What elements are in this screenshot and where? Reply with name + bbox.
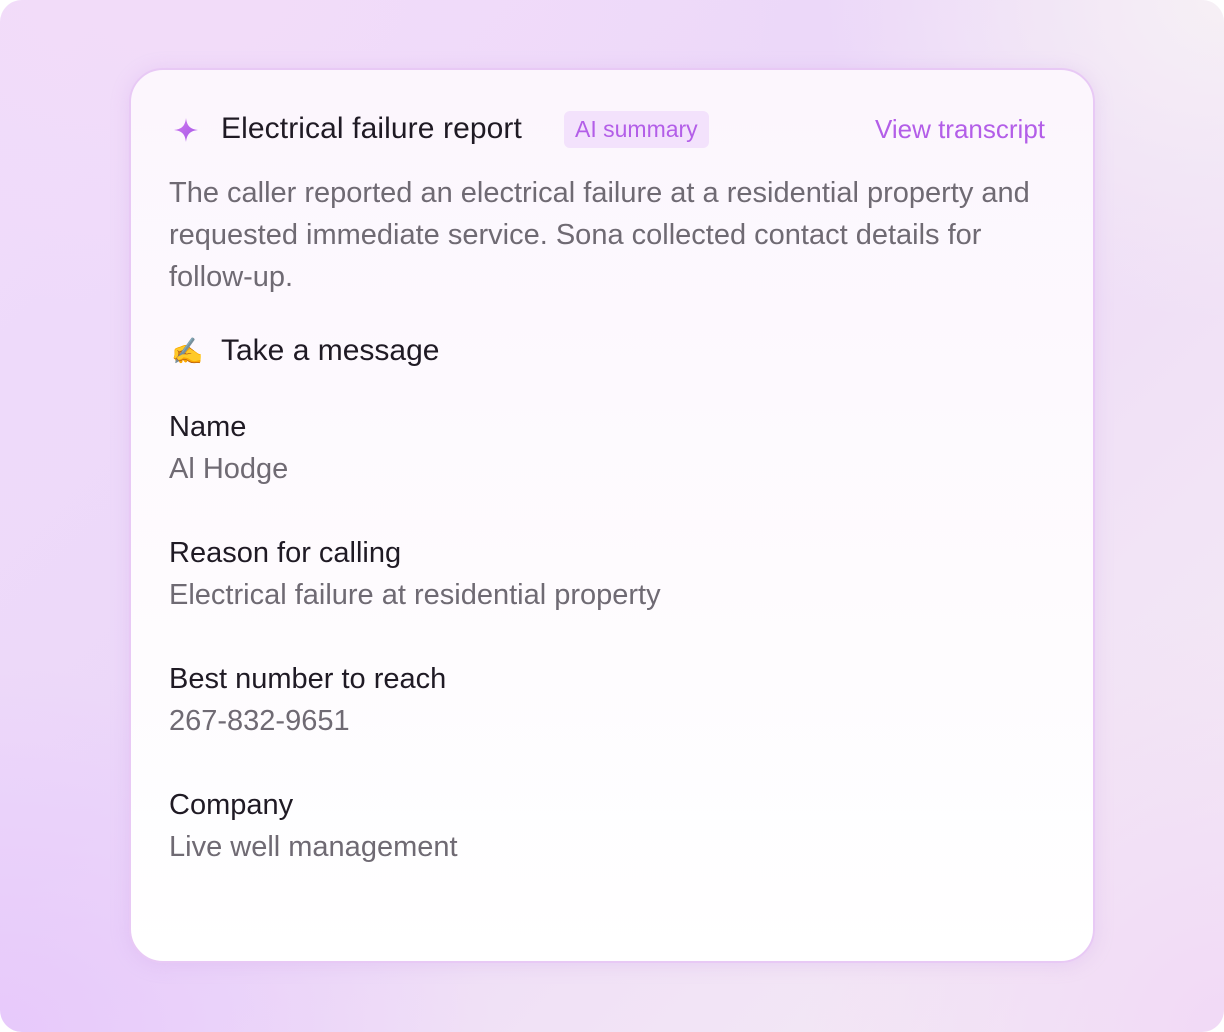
summary-text: The caller reported an electrical failur…: [169, 177, 1030, 293]
field-value: Electrical failure at residential proper…: [169, 579, 661, 611]
field-label: Reason for calling: [169, 537, 402, 569]
sparkle-icon: [173, 117, 199, 143]
report-title: Electrical failure report: [221, 112, 522, 145]
card-header: Electrical failure report AI summary Vie…: [169, 110, 1045, 150]
summary-card: Electrical failure report AI summary Vie…: [129, 68, 1095, 963]
field-label: Best number to reach: [169, 663, 447, 695]
field-label: Name: [169, 411, 247, 443]
background: Electrical failure report AI summary Vie…: [0, 0, 1224, 1032]
field-company: Company Live well management: [169, 784, 1029, 868]
section-title: Take a message: [221, 334, 440, 367]
field-value: Al Hodge: [169, 453, 289, 485]
field-label: Company: [169, 789, 294, 821]
ai-summary-badge: AI summary: [564, 111, 709, 148]
view-transcript-link[interactable]: View transcript: [875, 114, 1045, 145]
field-value: 267-832-9651: [169, 705, 350, 737]
field-phone: Best number to reach 267-832-9651: [169, 658, 1029, 742]
writing-hand-icon: ✍️: [171, 336, 204, 366]
field-name: Name Al Hodge: [169, 406, 1029, 490]
field-reason: Reason for calling Electrical failure at…: [169, 532, 1029, 616]
field-value: Live well management: [169, 831, 458, 863]
